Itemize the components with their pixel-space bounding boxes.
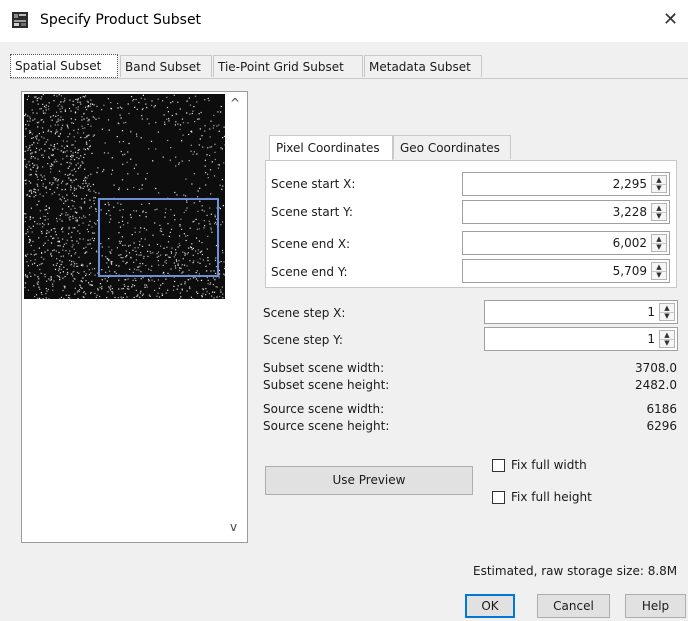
scene-step-y-spinner[interactable]: 1 ▲ ▼: [484, 327, 678, 351]
tab-spatial-subset[interactable]: Spatial Subset: [10, 54, 118, 78]
scene-end-y-value[interactable]: 5,709: [613, 260, 647, 282]
scene-start-y-label: Scene start Y:: [271, 205, 353, 219]
fix-full-width-checkbox[interactable]: [492, 459, 505, 472]
help-button[interactable]: Help: [625, 594, 686, 618]
tab-pixel-coordinates[interactable]: Pixel Coordinates: [269, 135, 393, 161]
tab-metadata-subset[interactable]: Metadata Subset: [364, 55, 482, 77]
scene-step-x-label: Scene step X:: [263, 306, 346, 320]
subset-height-label: Subset scene height:: [263, 378, 390, 392]
subset-width-label: Subset scene width:: [263, 361, 385, 375]
tab-band-subset[interactable]: Band Subset: [120, 55, 212, 77]
close-icon[interactable]: ✕: [663, 9, 678, 30]
subset-width-value: 3708.0: [635, 361, 677, 375]
title-bar: Specify Product Subset ✕: [0, 0, 688, 42]
scene-end-x-spinner[interactable]: 6,002 ▲ ▼: [462, 231, 670, 255]
storage-size-text: Estimated, raw storage size: 8.8M: [473, 564, 678, 578]
spin-down-icon[interactable]: ▼: [660, 339, 674, 347]
window-title: Specify Product Subset: [40, 12, 202, 28]
scene-end-y-label: Scene end Y:: [271, 265, 348, 279]
source-height-label: Source scene height:: [263, 419, 390, 433]
scroll-up-icon[interactable]: ^: [230, 96, 240, 110]
scene-end-x-label: Scene end X:: [271, 237, 351, 251]
spinner-arrows[interactable]: ▲ ▼: [659, 330, 675, 348]
tab-geo-coordinates[interactable]: Geo Coordinates: [393, 135, 511, 159]
fix-full-height-checkbox[interactable]: [492, 491, 505, 504]
spin-down-icon[interactable]: ▼: [652, 271, 666, 279]
spin-down-icon[interactable]: ▼: [652, 212, 666, 220]
scene-start-x-label: Scene start X:: [271, 177, 356, 191]
scene-end-x-value[interactable]: 6,002: [613, 232, 647, 254]
subset-selection-rect[interactable]: [98, 198, 219, 277]
scene-step-x-spinner[interactable]: 1 ▲ ▼: [484, 300, 678, 324]
scene-start-x-value[interactable]: 2,295: [613, 173, 647, 195]
scene-start-x-spinner[interactable]: 2,295 ▲ ▼: [462, 172, 670, 196]
fix-full-height-label: Fix full height: [511, 490, 592, 504]
scene-step-y-value[interactable]: 1: [647, 328, 655, 350]
scene-end-y-spinner[interactable]: 5,709 ▲ ▼: [462, 259, 670, 283]
spinner-arrows[interactable]: ▲ ▼: [651, 234, 667, 252]
tab-tie-point-grid-subset[interactable]: Tie-Point Grid Subset: [213, 55, 363, 77]
spinner-arrows[interactable]: ▲ ▼: [651, 203, 667, 221]
scene-start-y-spinner[interactable]: 3,228 ▲ ▼: [462, 200, 670, 224]
ok-button[interactable]: OK: [465, 594, 515, 618]
scene-step-y-label: Scene step Y:: [263, 333, 343, 347]
spinner-arrows[interactable]: ▲ ▼: [651, 175, 667, 193]
spinner-arrows[interactable]: ▲ ▼: [651, 262, 667, 280]
subset-height-value: 2482.0: [635, 378, 677, 392]
spin-down-icon[interactable]: ▼: [652, 184, 666, 192]
spin-down-icon[interactable]: ▼: [652, 243, 666, 251]
source-height-value: 6296: [646, 419, 677, 433]
scene-start-y-value[interactable]: 3,228: [613, 201, 647, 223]
scene-step-x-value[interactable]: 1: [647, 301, 655, 323]
snap-app-icon: [12, 12, 28, 28]
scroll-down-icon[interactable]: v: [230, 520, 237, 534]
source-width-label: Source scene width:: [263, 402, 385, 416]
spin-down-icon[interactable]: ▼: [660, 312, 674, 320]
spinner-arrows[interactable]: ▲ ▼: [659, 303, 675, 321]
fix-full-width-label: Fix full width: [511, 458, 587, 472]
use-preview-button[interactable]: Use Preview: [265, 466, 473, 495]
cancel-button[interactable]: Cancel: [537, 594, 610, 618]
source-width-value: 6186: [646, 402, 677, 416]
